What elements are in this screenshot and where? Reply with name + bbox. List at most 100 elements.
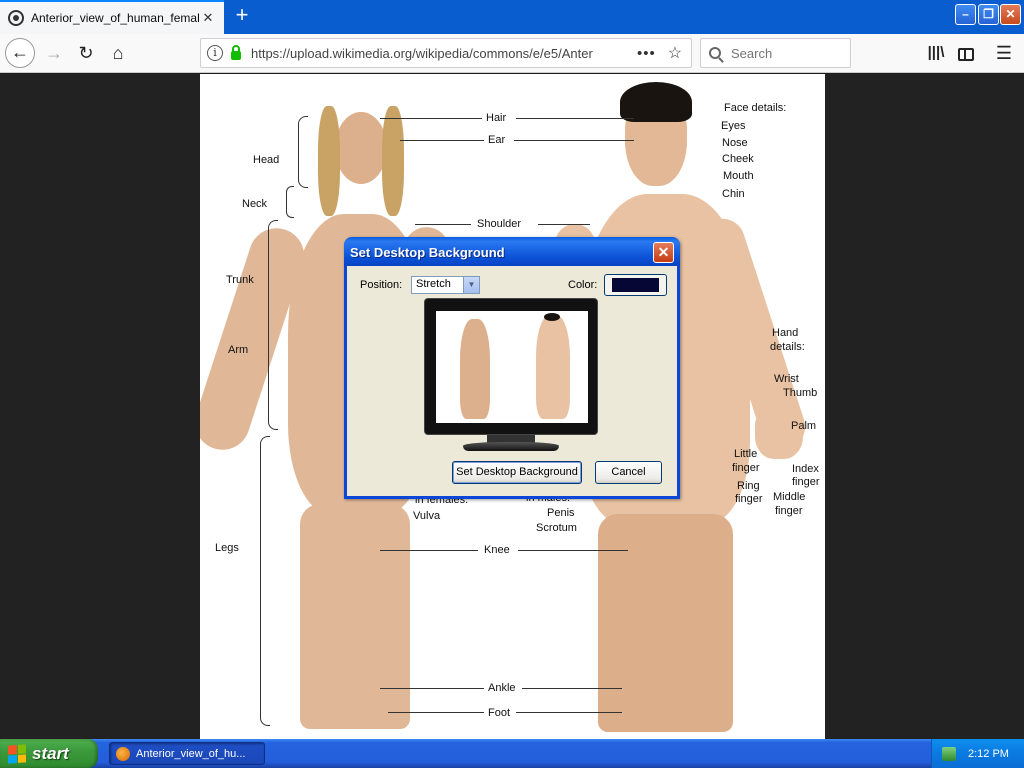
tab-anterior-view[interactable]: Anterior_view_of_human_female_ ✕ (0, 0, 224, 34)
label-index-2: finger (792, 476, 820, 488)
windows-logo-icon (8, 743, 26, 764)
label-neck: Neck (242, 198, 268, 210)
tray-network-icon[interactable] (942, 746, 956, 761)
label-hair: Hair (486, 112, 507, 124)
taskbar-item-label: Anterior_view_of_hu... (136, 747, 246, 760)
start-button[interactable]: start (0, 739, 98, 768)
label-cheek: Cheek (722, 153, 754, 165)
foot-line-right (516, 712, 622, 713)
label-chin: Chin (722, 188, 745, 200)
label-little-2: finger (732, 462, 760, 474)
color-picker-button[interactable] (604, 274, 667, 296)
search-input[interactable] (731, 45, 841, 61)
wikimedia-icon (8, 10, 24, 26)
label-scrotum: Scrotum (536, 522, 577, 534)
new-tab-button[interactable]: + (228, 2, 256, 30)
preview-screen (436, 311, 588, 423)
dialog-close-button[interactable]: ✕ (653, 242, 674, 263)
color-label: Color: (568, 279, 598, 291)
label-legs: Legs (215, 542, 239, 554)
label-wrist: Wrist (774, 373, 799, 385)
url-bar[interactable]: i https://upload.wikimedia.org/wikipedia… (200, 38, 692, 68)
trunk-bracket (268, 220, 278, 430)
clock[interactable]: 2:12 PM (968, 748, 1009, 760)
bookmark-star-icon[interactable]: ☆ (668, 43, 682, 63)
label-ring-2: finger (735, 493, 763, 505)
label-foot: Foot (488, 707, 511, 719)
preview-male-figure (536, 315, 570, 419)
page-actions-icon[interactable]: ••• (637, 45, 656, 62)
label-face-details: Face details: (724, 102, 787, 114)
dialog-title: Set Desktop Background (350, 245, 505, 260)
url-text[interactable]: https://upload.wikimedia.org/wikipedia/c… (251, 46, 631, 61)
taskbar-item-firefox[interactable]: Anterior_view_of_hu... (109, 742, 265, 765)
label-nose: Nose (722, 137, 748, 149)
position-select[interactable]: Stretch ▼ (411, 276, 480, 294)
search-icon (709, 47, 721, 59)
ankle-line-right (522, 688, 622, 689)
start-label: start (32, 743, 69, 763)
label-ring-1: Ring (737, 480, 760, 492)
forward-button[interactable]: → (40, 39, 68, 67)
label-index-1: Index (792, 463, 819, 475)
female-hair-shape (318, 106, 340, 216)
taskbar: start Anterior_view_of_hu... 2:12 PM (0, 739, 1024, 768)
monitor-base (463, 442, 559, 451)
female-legs-shape (300, 504, 410, 729)
label-palm: Palm (791, 420, 817, 432)
label-knee: Knee (484, 544, 510, 556)
label-eyes: Eyes (721, 120, 746, 132)
tab-title: Anterior_view_of_human_female_ (31, 11, 200, 25)
navigation-toolbar: ← → ↻ ⌂ i https://upload.wikimedia.org/w… (0, 34, 1024, 73)
label-ankle: Ankle (488, 682, 516, 694)
hair-line (380, 118, 482, 119)
shoulder-line-right (538, 224, 590, 225)
preview-male-hair (544, 313, 560, 321)
set-desktop-background-button[interactable]: Set Desktop Background (452, 461, 582, 484)
hair-line-right (516, 118, 634, 119)
position-value: Stretch (416, 278, 451, 290)
tab-bar: Anterior_view_of_human_female_ ✕ + – ❐ ✕ (0, 0, 1024, 34)
back-button[interactable]: ← (5, 38, 35, 68)
close-tab-icon[interactable]: ✕ (200, 10, 216, 26)
search-box[interactable] (700, 38, 851, 68)
maximize-button[interactable]: ❐ (978, 4, 999, 25)
chevron-down-icon[interactable]: ▼ (463, 277, 479, 293)
cancel-button[interactable]: Cancel (595, 461, 662, 484)
monitor-preview (424, 298, 598, 435)
hamburger-menu-icon[interactable]: ☰ (990, 39, 1018, 67)
system-tray: 2:12 PM (931, 739, 1024, 768)
site-info-icon[interactable]: i (207, 45, 223, 61)
male-hair-shape (620, 82, 692, 122)
foot-line (388, 712, 484, 713)
knee-line (380, 550, 478, 551)
preview-female-figure (460, 319, 490, 419)
sidebar-icon[interactable] (952, 39, 980, 67)
set-desktop-background-dialog: Set Desktop Background ✕ Position: Stret… (344, 237, 680, 499)
reload-button[interactable]: ↻ (72, 39, 100, 67)
male-legs-shape (598, 514, 733, 732)
label-middle-2: finger (775, 505, 803, 517)
ear-line (400, 140, 484, 141)
female-head-shape (335, 112, 387, 184)
label-trunk: Trunk (226, 274, 254, 286)
ankle-line (380, 688, 484, 689)
label-middle-1: Middle (773, 491, 806, 503)
label-shoulder: Shoulder (477, 218, 522, 230)
female-hair-shape-right (382, 106, 404, 216)
close-window-button[interactable]: ✕ (1000, 4, 1021, 25)
neck-bracket (286, 186, 294, 218)
label-hand-details-1: Hand (772, 327, 799, 339)
label-little-1: Little (734, 448, 758, 460)
dialog-titlebar[interactable]: Set Desktop Background ✕ (344, 237, 680, 266)
lock-icon (231, 45, 241, 60)
library-icon[interactable]: |||\ (922, 39, 950, 67)
label-penis: Penis (547, 507, 575, 519)
label-arm: Arm (228, 344, 249, 356)
label-vulva: Vulva (413, 510, 441, 522)
minimize-button[interactable]: – (955, 4, 976, 25)
head-bracket (298, 116, 308, 188)
label-head: Head (253, 154, 280, 166)
home-button[interactable]: ⌂ (104, 39, 132, 67)
label-thumb: Thumb (783, 387, 818, 399)
